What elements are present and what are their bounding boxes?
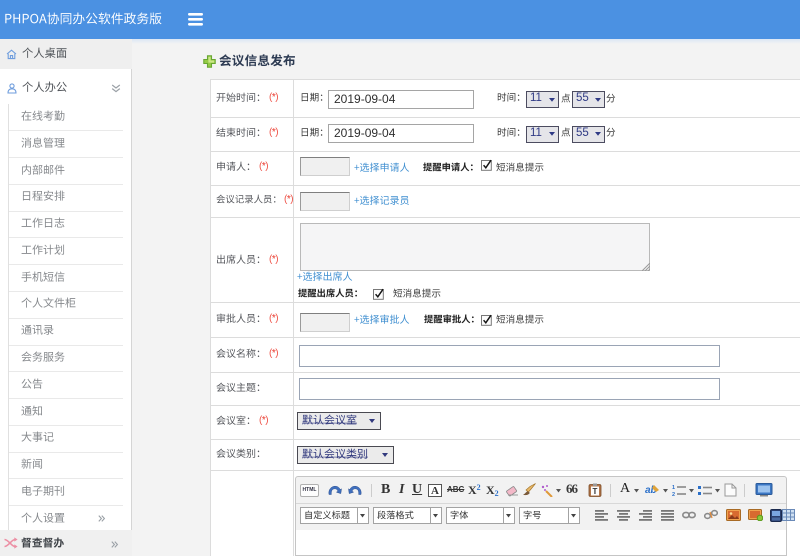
svg-text:2: 2: [672, 492, 675, 497]
svg-text:1: 1: [672, 485, 675, 491]
svg-text:T: T: [593, 487, 598, 496]
svg-text:A: A: [431, 485, 439, 497]
